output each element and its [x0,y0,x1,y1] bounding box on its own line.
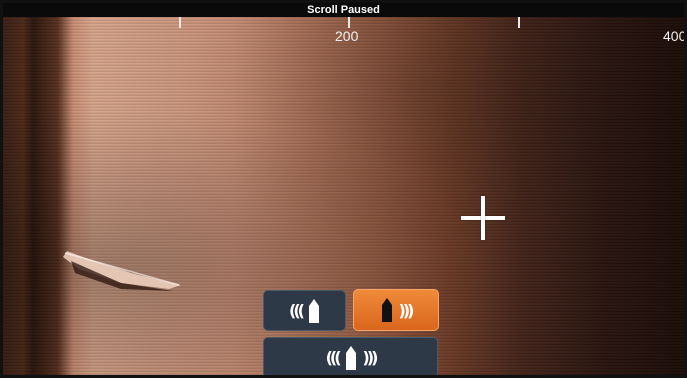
scroll-status: Scroll Paused [3,3,684,17]
boat-icon [381,298,392,322]
cursor-crosshair-icon[interactable] [461,196,505,240]
right-sidescan-button[interactable]: ))) [353,289,439,331]
sonar-waves-left-icon: ((( [289,301,305,320]
both-sidescan-button[interactable]: ((( ))) [263,337,438,375]
ruler-label: 200 [335,28,359,44]
wreck-target [63,251,181,291]
ruler-label: 400 [663,28,687,44]
sonar-waves-right-icon: ))) [398,300,415,320]
ruler-tick [348,17,350,28]
ruler-tick [179,17,181,28]
left-sidescan-button[interactable]: ((( [263,290,346,331]
sonar-waves-left-icon: ((( [325,348,342,367]
boat-icon [308,298,319,323]
sonar-waves-right-icon: ))) [362,348,379,367]
boat-icon [345,345,356,370]
ruler-tick [518,17,520,28]
sonar-window: Scroll Paused 200 400 ((( ))) ((())) [0,0,687,378]
range-ruler: 200 400 [3,17,684,49]
